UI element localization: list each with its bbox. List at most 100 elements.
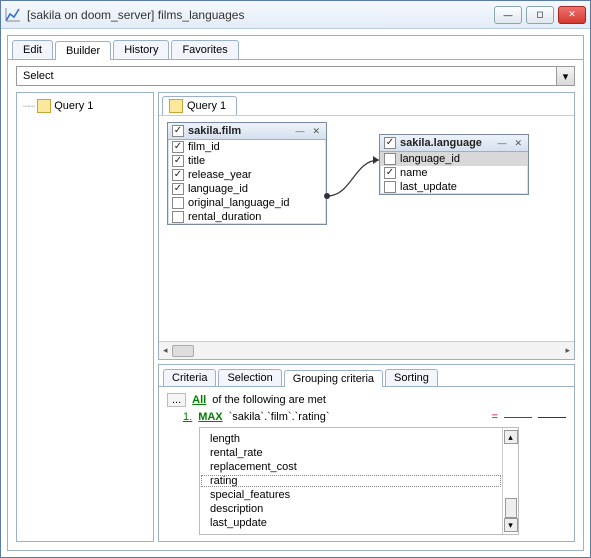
ctab-selection[interactable]: Selection <box>218 369 281 386</box>
criteria-root-text: of the following are met <box>212 394 326 406</box>
column-name: title <box>188 155 205 167</box>
column-checkbox[interactable] <box>384 181 396 193</box>
column-name: rental_duration <box>188 211 261 223</box>
column-row[interactable]: language_id <box>380 152 528 166</box>
column-row[interactable]: film_id <box>168 140 326 154</box>
ctab-sorting[interactable]: Sorting <box>385 369 438 386</box>
table-box[interactable]: sakila.film — ✕ film_idtitle release_yearlan… <box>167 122 327 225</box>
dropdown-item[interactable]: description <box>200 502 502 516</box>
window-controls: — ◻ ✕ <box>494 6 586 24</box>
column-checkbox[interactable] <box>384 153 396 165</box>
ctab-grouping[interactable]: Grouping criteria <box>284 370 383 387</box>
criteria-options-button[interactable]: ... <box>167 393 186 407</box>
close-button[interactable]: ✕ <box>558 6 586 24</box>
criteria-tabs: Criteria Selection Grouping criteria Sor… <box>159 365 574 387</box>
main-split: ┈┈ Query 1 Query 1 sakila.film — ✕ film_idt… <box>16 92 575 542</box>
criteria-body: ... All of the following are met 1. MAX … <box>159 387 574 541</box>
query-tree: ┈┈ Query 1 <box>16 92 154 542</box>
criteria-root-line: ... All of the following are met <box>167 393 566 407</box>
criteria-value-slot-2[interactable] <box>538 417 566 418</box>
column-checkbox[interactable] <box>172 197 184 209</box>
dropdown-item[interactable]: length <box>200 432 502 446</box>
hscroll-thumb[interactable] <box>172 345 194 357</box>
column-checkbox[interactable] <box>384 167 396 179</box>
column-checkbox[interactable] <box>172 183 184 195</box>
dropdown-item[interactable]: special_features <box>200 488 502 502</box>
canvas-hscroll[interactable]: ◂ ▸ <box>159 341 574 359</box>
table-header[interactable]: sakila.film — ✕ <box>168 123 326 140</box>
query-type-dropdown-button[interactable]: ▾ <box>556 67 574 85</box>
app-icon <box>5 7 21 23</box>
dropdown-item[interactable]: last_update <box>200 516 502 530</box>
criteria-all-link[interactable]: All <box>192 394 206 406</box>
dropdown-scroll-thumb[interactable] <box>505 498 517 518</box>
dropdown-scroll-down[interactable]: ▾ <box>504 518 518 532</box>
dropdown-item[interactable]: rental_rate <box>200 446 502 460</box>
query-type-label: Select <box>17 70 556 82</box>
field-dropdown: lengthrental_ratereplacement_costratings… <box>199 427 519 535</box>
query-icon <box>169 99 183 113</box>
table-name: sakila.language <box>400 137 491 149</box>
app-window: [sakila on doom_server] films_languages … <box>0 0 591 558</box>
tree-connector: ┈┈ <box>23 100 34 113</box>
column-name: last_update <box>400 181 457 193</box>
table-box[interactable]: sakila.language — ✕ language_idname last_upd… <box>379 134 529 195</box>
column-row[interactable]: original_language_id <box>168 196 326 210</box>
tab-favorites[interactable]: Favorites <box>171 40 238 59</box>
criteria-row-num[interactable]: 1. <box>183 411 192 423</box>
diagram-panel: Query 1 sakila.film — ✕ film_idtitle release… <box>158 92 575 360</box>
criteria-operator[interactable]: = <box>492 411 498 423</box>
column-checkbox[interactable] <box>172 141 184 153</box>
table-name: sakila.film <box>188 125 289 137</box>
table-header[interactable]: sakila.language — ✕ <box>380 135 528 152</box>
query-type-select[interactable]: Select ▾ <box>16 66 575 86</box>
right-pane: Query 1 sakila.film — ✕ film_idtitle release… <box>158 92 575 542</box>
tab-builder[interactable]: Builder <box>55 41 111 60</box>
criteria-row-1: 1. MAX `sakila`.`film`.`rating` = <box>167 411 566 423</box>
column-name: language_id <box>400 153 460 165</box>
tab-edit[interactable]: Edit <box>12 40 53 59</box>
criteria-value-slot-1[interactable] <box>504 417 532 418</box>
table-min-icon[interactable]: — <box>495 138 508 148</box>
dropdown-item[interactable]: replacement_cost <box>200 460 502 474</box>
maximize-button[interactable]: ◻ <box>526 6 554 24</box>
column-row[interactable]: title <box>168 154 326 168</box>
criteria-aggregate[interactable]: MAX <box>198 411 222 423</box>
canvas-tab-label: Query 1 <box>187 100 226 112</box>
column-name: release_year <box>188 169 252 181</box>
column-row[interactable]: rental_duration <box>168 210 326 224</box>
hscroll-left[interactable]: ◂ <box>163 345 168 356</box>
table-checkbox[interactable] <box>172 125 184 137</box>
column-name: language_id <box>188 183 248 195</box>
criteria-field[interactable]: `sakila`.`film`.`rating` <box>229 411 330 423</box>
criteria-panel: Criteria Selection Grouping criteria Sor… <box>158 364 575 542</box>
dropdown-item[interactable]: rating <box>200 474 502 488</box>
column-row[interactable]: release_year <box>168 168 326 182</box>
tab-history[interactable]: History <box>113 40 169 59</box>
canvas-tab-query1[interactable]: Query 1 <box>162 96 237 115</box>
column-row[interactable]: language_id <box>168 182 326 196</box>
ctab-criteria[interactable]: Criteria <box>163 369 216 386</box>
dropdown-scrollbar[interactable]: ▴ ▾ <box>502 428 518 534</box>
table-min-icon[interactable]: — <box>293 126 306 136</box>
table-close-icon[interactable]: ✕ <box>310 126 322 137</box>
column-checkbox[interactable] <box>172 211 184 223</box>
query-icon <box>37 99 51 113</box>
table-checkbox[interactable] <box>384 137 396 149</box>
dropdown-scroll-up[interactable]: ▴ <box>504 430 518 444</box>
tree-item-query1[interactable]: ┈┈ Query 1 <box>23 99 147 113</box>
field-dropdown-list: lengthrental_ratereplacement_costratings… <box>200 428 502 534</box>
minimize-button[interactable]: — <box>494 6 522 24</box>
titlebar: [sakila on doom_server] films_languages … <box>1 1 590 29</box>
column-name: name <box>400 167 428 179</box>
column-checkbox[interactable] <box>172 155 184 167</box>
column-row[interactable]: name <box>380 166 528 180</box>
window-title: [sakila on doom_server] films_languages <box>27 8 494 22</box>
diagram-canvas[interactable]: sakila.film—✕film_idtitlerelease_yearlan… <box>159 116 574 341</box>
column-row[interactable]: last_update <box>380 180 528 194</box>
hscroll-right[interactable]: ▸ <box>565 345 570 356</box>
column-checkbox[interactable] <box>172 169 184 181</box>
table-close-icon[interactable]: ✕ <box>512 138 524 149</box>
column-name: film_id <box>188 141 220 153</box>
content-frame: Edit Builder History Favorites Select ▾ … <box>7 35 584 551</box>
